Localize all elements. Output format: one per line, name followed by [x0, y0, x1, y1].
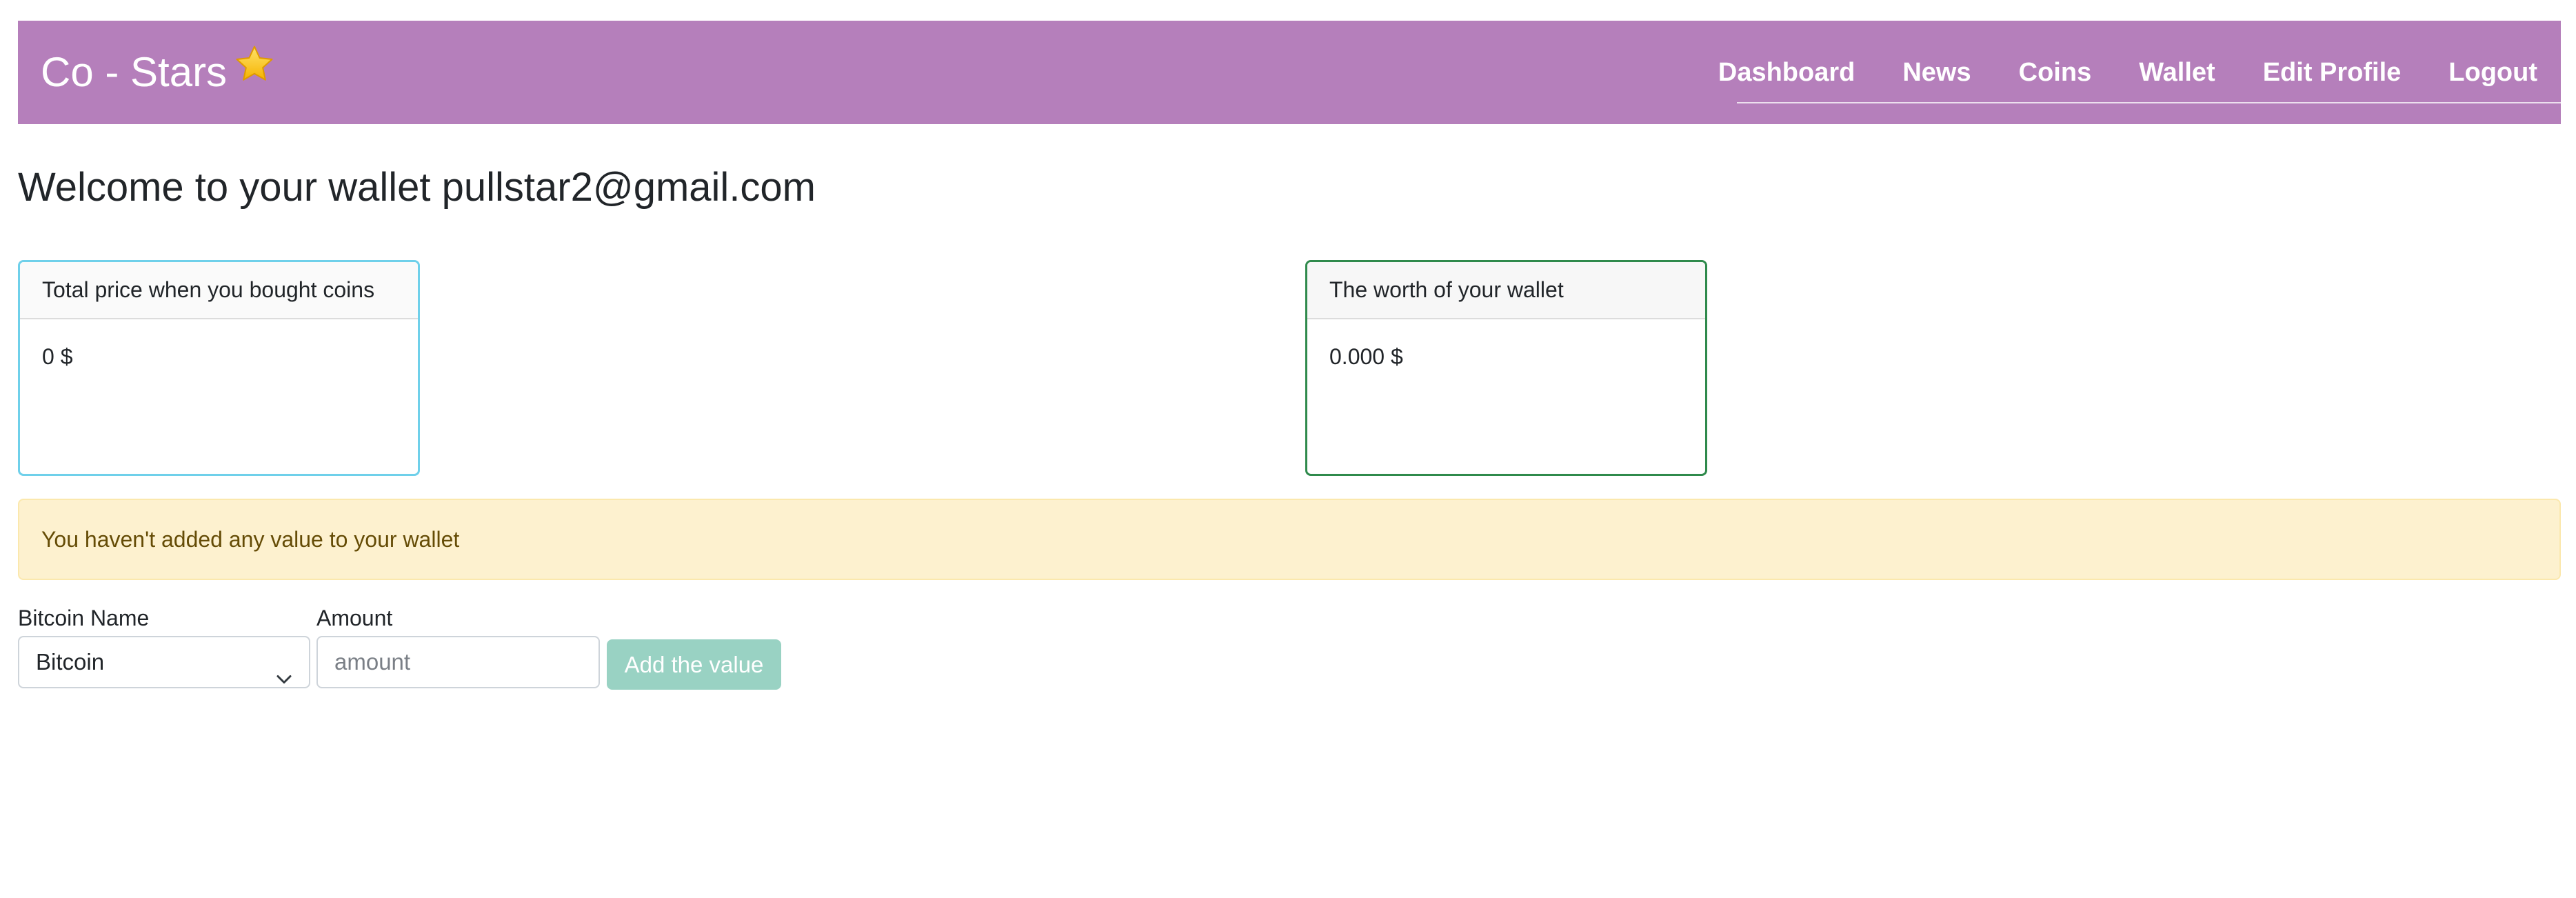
nav-link-logout[interactable]: Logout	[2448, 58, 2537, 88]
coin-select[interactable]: Bitcoin	[18, 636, 310, 688]
nav-links: Dashboard News Coins Wallet Edit Profile…	[1718, 21, 2561, 124]
star-icon	[234, 19, 275, 123]
amount-input[interactable]	[316, 636, 600, 688]
wallet-page: Co - Stars Dashboard News Coins Wallet E…	[0, 0, 2576, 898]
nav-link-edit-profile[interactable]: Edit Profile	[2263, 58, 2402, 88]
chevron-down-icon	[276, 655, 292, 684]
page-title: Welcome to your wallet pullstar2@gmail.c…	[18, 165, 816, 210]
total-price-card: Total price when you bought coins 0 $	[18, 260, 420, 476]
coin-select-value: Bitcoin	[36, 649, 105, 675]
total-price-value: 0 $	[42, 344, 73, 369]
nav-link-wallet[interactable]: Wallet	[2139, 58, 2215, 88]
nav-link-coins[interactable]: Coins	[2019, 58, 2092, 88]
nav-divider	[1737, 102, 2561, 103]
wallet-worth-card: The worth of your wallet 0.000 $	[1305, 260, 1707, 476]
amount-label: Amount	[316, 606, 393, 630]
add-value-button[interactable]: Add the value	[607, 639, 781, 690]
coin-name-label: Bitcoin Name	[18, 606, 150, 630]
nav-link-news[interactable]: News	[1902, 58, 1971, 88]
wallet-worth-card-header: The worth of your wallet	[1307, 262, 1705, 319]
brand[interactable]: Co - Stars	[41, 21, 275, 124]
navbar: Co - Stars Dashboard News Coins Wallet E…	[18, 21, 2561, 124]
empty-wallet-alert: You haven't added any value to your wall…	[18, 499, 2561, 580]
brand-label: Co - Stars	[41, 49, 228, 95]
nav-link-dashboard[interactable]: Dashboard	[1718, 58, 1855, 88]
total-price-card-header: Total price when you bought coins	[20, 262, 418, 319]
wallet-worth-value: 0.000 $	[1329, 344, 1403, 369]
